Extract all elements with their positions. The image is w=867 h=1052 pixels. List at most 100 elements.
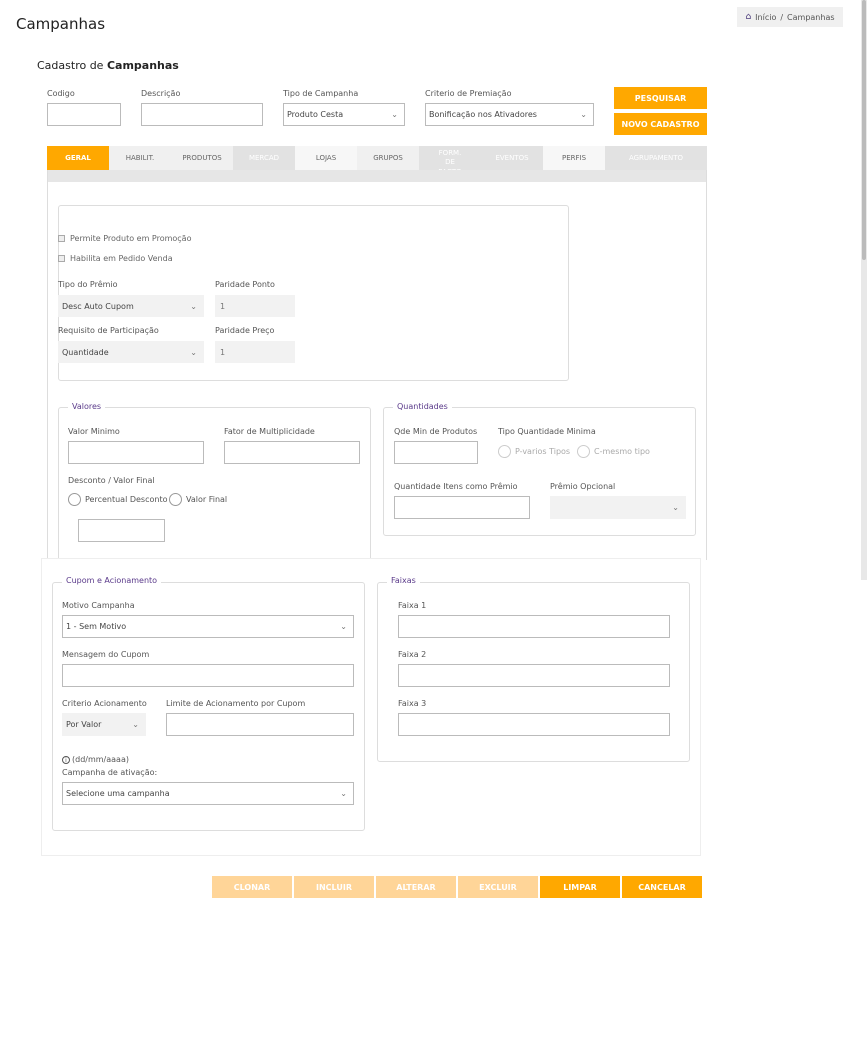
criterio-premiacao-select[interactable]: Bonificação nos Ativadores ⌄ xyxy=(425,103,594,126)
desconto-label: Desconto / Valor Final xyxy=(68,476,155,485)
alterar-button[interactable]: ALTERAR xyxy=(376,876,456,898)
chevron-down-icon: ⌄ xyxy=(132,720,139,729)
tab-geral[interactable]: GERAL xyxy=(47,146,109,170)
valor-minimo-input[interactable] xyxy=(68,441,204,464)
campanha-ativacao-select[interactable]: Selecione uma campanha ⌄ xyxy=(62,782,354,805)
desconto-input[interactable] xyxy=(78,519,165,542)
tipo-campanha-select[interactable]: Produto Cesta ⌄ xyxy=(283,103,405,126)
paridade-ponto-input[interactable]: 1 xyxy=(215,295,295,317)
tab-grupos[interactable]: GRUPOS xyxy=(357,146,419,170)
date-hint: i (dd/mm/aaaa) xyxy=(62,755,129,764)
chevron-down-icon: ⌄ xyxy=(672,503,679,512)
limite-label: Limite de Acionamento por Cupom xyxy=(166,699,306,708)
faixa2-label: Faixa 2 xyxy=(398,650,427,659)
breadcrumb-home[interactable]: Início xyxy=(755,13,776,22)
valor-final-radio-label: Valor Final xyxy=(186,495,228,504)
pesquisar-button[interactable]: PESQUISAR xyxy=(614,87,707,109)
qde-min-label: Qde Min de Produtos xyxy=(394,427,478,436)
home-icon[interactable]: ⌂ xyxy=(745,12,751,22)
tipo-premio-label: Tipo do Prêmio xyxy=(58,280,118,289)
p-varios-radio[interactable]: P-varios Tipos xyxy=(498,445,570,458)
mensagem-label: Mensagem do Cupom xyxy=(62,650,150,659)
paridade-preco-label: Paridade Preço xyxy=(215,326,275,335)
criterio-premiacao-label: Criterio de Premiação xyxy=(425,89,512,98)
codigo-input[interactable] xyxy=(47,103,121,126)
tipo-campanha-value: Produto Cesta xyxy=(287,110,344,119)
pedido-venda-checkbox[interactable]: Habilita em Pedido Venda xyxy=(58,254,173,263)
percentual-radio-label: Percentual Desconto xyxy=(85,495,168,504)
valor-final-radio[interactable]: Valor Final xyxy=(169,493,227,506)
cupom-legend: Cupom e Acionamento xyxy=(62,576,162,585)
promocao-checkbox-label: Permite Produto em Promoção xyxy=(70,234,192,243)
c-mesmo-radio[interactable]: C-mesmo tipo xyxy=(577,445,650,458)
descricao-input[interactable] xyxy=(141,103,263,126)
mensagem-input[interactable] xyxy=(62,664,354,687)
clonar-button[interactable]: CLONAR xyxy=(212,876,292,898)
percentual-radio[interactable]: Percentual Desconto xyxy=(68,493,167,506)
excluir-button[interactable]: EXCLUIR xyxy=(458,876,538,898)
fator-input[interactable] xyxy=(224,441,360,464)
valores-legend: Valores xyxy=(68,402,106,411)
requisito-value: Quantidade xyxy=(62,347,109,357)
c-mesmo-radio-label: C-mesmo tipo xyxy=(594,447,650,456)
premio-opcional-select[interactable]: ⌄ xyxy=(550,496,686,519)
checkbox-box[interactable] xyxy=(58,235,65,242)
breadcrumb-current: Campanhas xyxy=(787,12,835,22)
chevron-down-icon: ⌄ xyxy=(580,110,587,119)
chevron-down-icon: ⌄ xyxy=(340,789,347,798)
faixa3-label: Faixa 3 xyxy=(398,699,427,708)
motivo-label: Motivo Campanha xyxy=(62,601,135,610)
radio-circle[interactable] xyxy=(68,493,81,506)
checkbox-box[interactable] xyxy=(58,255,65,262)
page-title: Campanhas xyxy=(16,15,106,33)
requisito-select[interactable]: Quantidade ⌄ xyxy=(58,341,204,363)
section-title-bold: Campanhas xyxy=(106,59,179,72)
qtd-itens-input[interactable] xyxy=(394,496,530,519)
tab-produtos[interactable]: PRODUTOS xyxy=(171,146,233,170)
requisito-label: Requisito de Participação xyxy=(58,326,159,335)
incluir-button[interactable]: INCLUIR xyxy=(294,876,374,898)
p-varios-radio-label: P-varios Tipos xyxy=(515,447,571,456)
chevron-down-icon: ⌄ xyxy=(340,622,347,631)
tipo-premio-value: Desc Auto Cupom xyxy=(62,301,134,311)
section-title-prefix: Cadastro de xyxy=(37,59,104,72)
info-icon: i xyxy=(62,756,70,764)
campanha-ativacao-value: Selecione uma campanha xyxy=(66,789,170,798)
paridade-preco-input[interactable]: 1 xyxy=(215,341,295,363)
action-bar: CLONAR INCLUIR ALTERAR EXCLUIR LIMPAR CA… xyxy=(212,876,702,898)
tab-eventos[interactable]: EVENTOS xyxy=(481,146,543,170)
limite-input[interactable] xyxy=(166,713,354,736)
tab-perfis[interactable]: PERFIS xyxy=(543,146,605,170)
promocao-checkbox[interactable]: Permite Produto em Promoção xyxy=(58,234,191,243)
radio-circle[interactable] xyxy=(498,445,511,458)
motivo-value: 1 - Sem Motivo xyxy=(66,622,127,631)
scrollbar-thumb[interactable] xyxy=(862,0,866,260)
qde-min-input[interactable] xyxy=(394,441,478,464)
radio-circle[interactable] xyxy=(577,445,590,458)
page-scrollbar[interactable] xyxy=(861,0,867,580)
motivo-select[interactable]: 1 - Sem Motivo ⌄ xyxy=(62,615,354,638)
tab-mercad[interactable]: MERCAD xyxy=(233,146,295,170)
faixa3-input[interactable] xyxy=(398,713,670,736)
criterio-acionamento-label: Criterio Acionamento xyxy=(62,699,147,708)
premio-opcional-label: Prêmio Opcional xyxy=(550,482,616,491)
limpar-button[interactable]: LIMPAR xyxy=(540,876,620,898)
faixa2-input[interactable] xyxy=(398,664,670,687)
valor-minimo-label: Valor Minimo xyxy=(68,427,120,436)
tipo-campanha-label: Tipo de Campanha xyxy=(283,89,359,98)
tipo-premio-select[interactable]: Desc Auto Cupom ⌄ xyxy=(58,295,204,317)
tab-habilit[interactable]: HABILIT. xyxy=(109,146,171,170)
tab-bar: GERAL HABILIT. PRODUTOS MERCAD LOJAS GRU… xyxy=(47,146,707,180)
codigo-label: Codigo xyxy=(47,89,75,98)
tab-lojas[interactable]: LOJAS xyxy=(295,146,357,170)
tipo-qtd-label: Tipo Quantidade Minima xyxy=(498,427,596,436)
radio-circle[interactable] xyxy=(169,493,182,506)
cancelar-button[interactable]: CANCELAR xyxy=(622,876,702,898)
novo-cadastro-button[interactable]: NOVO CADASTRO xyxy=(614,113,707,135)
pedido-venda-checkbox-label: Habilita em Pedido Venda xyxy=(70,254,173,263)
criterio-acionamento-select[interactable]: Por Valor ⌄ xyxy=(62,713,146,736)
breadcrumb: ⌂ Início / Campanhas xyxy=(737,7,843,27)
faixa1-input[interactable] xyxy=(398,615,670,638)
tab-agrupamento[interactable]: AGRUPAMENTO xyxy=(605,146,707,170)
chevron-down-icon: ⌄ xyxy=(190,301,197,311)
